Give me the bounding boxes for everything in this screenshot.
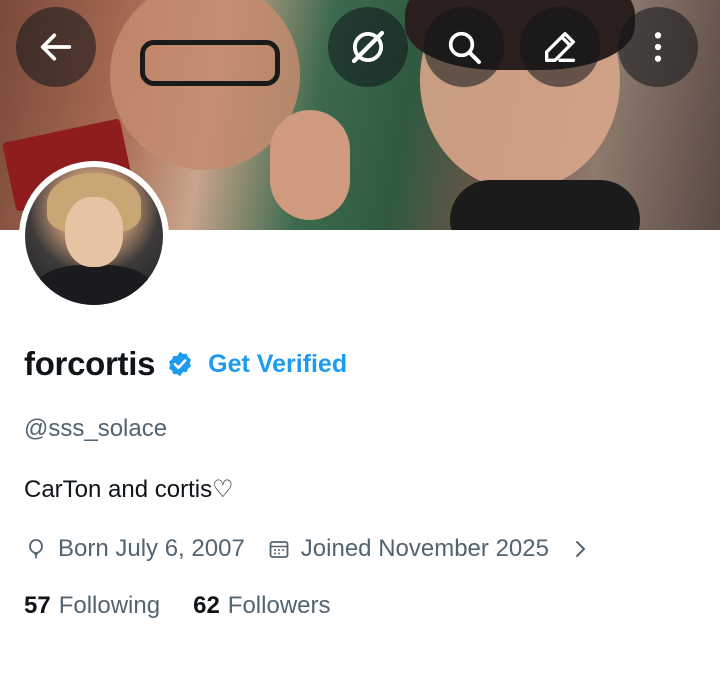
display-name: forcortis: [24, 345, 156, 382]
following-label: Following: [58, 592, 161, 619]
following-link[interactable]: 57 Following: [24, 592, 160, 620]
follow-stats: 57 Following 62 Followers: [24, 592, 331, 620]
get-verified-link[interactable]: Get Verified: [208, 350, 347, 379]
back-arrow-icon: [40, 33, 72, 61]
search-icon: [448, 31, 481, 64]
birth-date-text: Born July 6, 2007: [58, 535, 245, 562]
calendar-icon: [269, 541, 289, 558]
more-button[interactable]: [618, 7, 698, 87]
profile-handle: @sss_solace: [24, 415, 168, 442]
grok-button[interactable]: [328, 7, 408, 87]
birth-date-item: Born July 6, 2007: [24, 535, 245, 563]
balloon-icon: [29, 539, 43, 559]
avatar[interactable]: [19, 161, 169, 311]
more-vertical-icon: [654, 32, 662, 62]
verified-badge-icon[interactable]: [166, 350, 194, 378]
followers-link[interactable]: 62 Followers: [193, 592, 330, 620]
search-button[interactable]: [424, 7, 504, 87]
avatar-image: [25, 167, 163, 305]
joined-date-text: Joined November 2025: [300, 535, 549, 562]
profile-name-row: forcortis Get Verified: [24, 343, 347, 385]
edit-button[interactable]: [520, 7, 600, 87]
following-count: 57: [24, 592, 51, 619]
followers-label: Followers: [227, 592, 331, 619]
followers-count: 62: [193, 592, 220, 619]
back-button[interactable]: [16, 7, 96, 87]
profile-meta: Born July 6, 2007 Joined November 2025: [24, 534, 601, 564]
profile-bio: CarTon and cortis♡: [24, 476, 234, 503]
chevron-right-icon[interactable]: [571, 537, 591, 561]
edit-pen-icon: [545, 31, 575, 62]
joined-date-item: Joined November 2025: [267, 535, 549, 563]
grok-icon: [351, 30, 385, 64]
